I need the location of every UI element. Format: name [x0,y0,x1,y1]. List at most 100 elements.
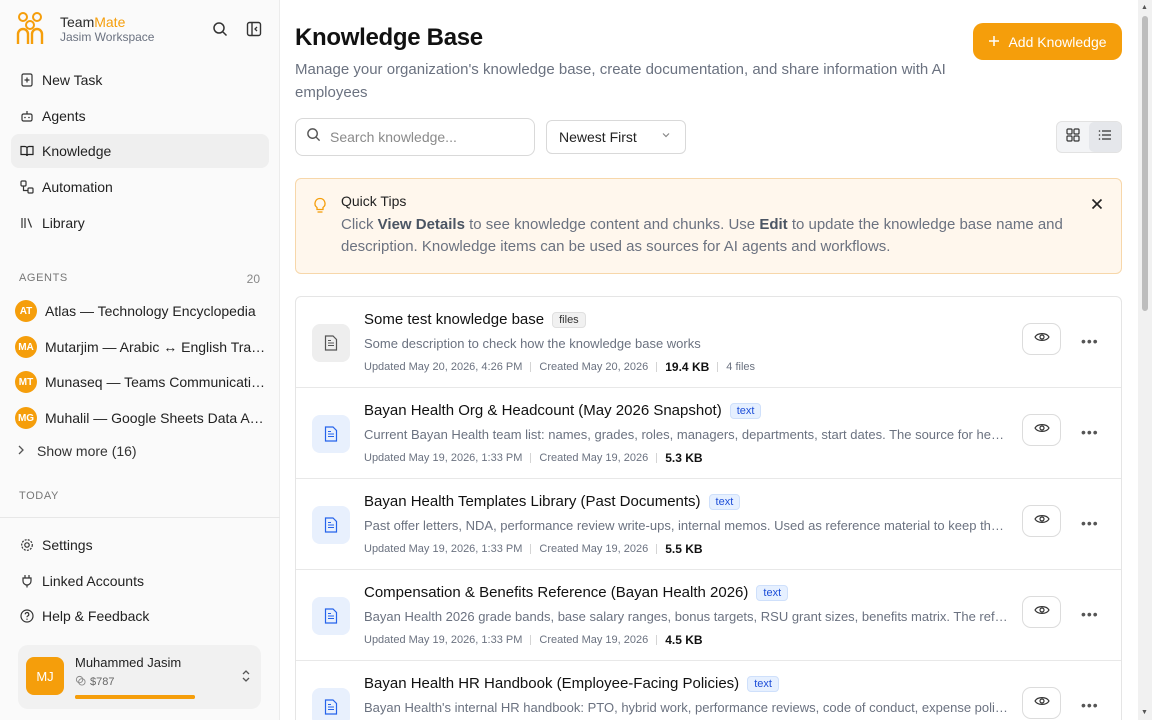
nav-item-label: Agents [42,107,86,124]
list-view-button[interactable] [1089,122,1121,152]
search-icon[interactable] [211,20,229,38]
nav-item-knowledge[interactable]: Knowledge [11,134,269,169]
avatar: MJ [26,657,64,695]
nav-item-label: New Task [42,72,103,88]
plus-icon [988,34,1000,50]
updated-date: Updated May 19, 2026, 1:33 PM [364,543,523,555]
view-details-button[interactable] [1022,687,1061,719]
list-icon [1098,128,1112,147]
knowledge-meta: Updated May 19, 2026, 1:33 PM Created Ma… [364,633,703,647]
help-circle-icon [20,609,34,623]
knowledge-description: Bayan Health 2026 grade bands, base sala… [364,609,1009,624]
scroll-down-arrow-icon[interactable]: ▼ [1141,709,1148,716]
add-knowledge-button[interactable]: Add Knowledge [973,23,1122,60]
knowledge-meta: Updated May 19, 2026, 1:33 PM Created Ma… [364,542,703,556]
knowledge-size: 19.4 KB [665,360,710,374]
knowledge-description: Some description to check how the knowle… [364,336,701,351]
knowledge-description: Past offer letters, NDA, performance rev… [364,518,1009,533]
more-options-icon[interactable]: ••• [1081,424,1099,440]
knowledge-meta: Updated May 19, 2026, 1:33 PM Created Ma… [364,451,703,465]
updated-date: Updated May 20, 2026, 4:26 PM [364,361,523,373]
agent-avatar: MA [15,336,37,358]
knowledge-type-badge: text [708,493,741,510]
nav-item-linked-accounts[interactable]: Linked Accounts [11,564,269,598]
view-details-button[interactable] [1022,323,1061,355]
view-details-button[interactable] [1022,505,1061,537]
view-details-button[interactable] [1022,414,1061,446]
main-content: Knowledge Base Manage your organization'… [281,0,1138,720]
scroll-up-arrow-icon[interactable]: ▲ [1141,4,1148,11]
sidebar-toggle-icon[interactable] [245,20,263,38]
eye-icon [1033,512,1050,530]
tips-edit: Edit [759,216,788,233]
more-options-icon[interactable]: ••• [1081,333,1099,349]
eye-icon [1033,421,1050,439]
search-icon [306,127,321,147]
file-count: 4 files [726,361,756,373]
agent-item[interactable]: MA Mutarjim — Arabic ↔ English Translato… [15,335,267,359]
agent-avatar: MG [15,407,37,429]
lightbulb-icon [313,197,327,220]
knowledge-type-badge: files [552,311,586,328]
nav-item-help[interactable]: Help & Feedback [11,599,269,633]
coins-icon [75,675,86,689]
brand[interactable]: TeamMate Jasim Workspace [16,12,154,46]
nav-item-agents[interactable]: Agents [11,99,269,133]
agent-name: Atlas — Technology Encyclopedia [45,303,256,319]
nav-item-new-task[interactable]: New Task [11,63,269,97]
chevron-right-icon [17,444,25,458]
knowledge-type-badge: text [756,584,789,601]
agents-section-label: AGENTS [19,272,68,284]
tips-text: to see knowledge content and chunks. Use [464,216,760,233]
add-knowledge-label: Add Knowledge [1008,33,1107,50]
more-options-icon[interactable]: ••• [1081,697,1099,713]
close-icon[interactable] [1091,197,1103,215]
search-input[interactable] [330,129,510,145]
knowledge-item[interactable]: Bayan Health Templates Library (Past Doc… [296,479,1121,570]
show-more-agents[interactable]: Show more (16) [17,443,137,459]
main-nav: New Task Agents Knowledge Automation Lib… [11,63,269,241]
updated-date: Updated May 19, 2026, 1:33 PM [364,452,523,464]
grid-view-button[interactable] [1057,122,1089,152]
agents-count: 20 [246,272,260,286]
eye-icon [1033,603,1050,621]
knowledge-size: 5.5 KB [665,542,703,556]
sort-select[interactable]: Newest First [546,120,686,154]
view-details-button[interactable] [1022,596,1061,628]
created-date: Created May 19, 2026 [539,543,649,555]
nav-item-label: Settings [42,537,93,553]
credit-amount: $787 [90,676,115,688]
knowledge-item[interactable]: Bayan Health HR Handbook (Employee-Facin… [296,661,1121,720]
chevron-up-down-icon [241,669,251,685]
agent-item[interactable]: MG Muhalil — Google Sheets Data Analyst [15,406,267,430]
credit-progress-bar [75,695,195,699]
eye-icon [1033,330,1050,348]
nav-item-settings[interactable]: Settings [11,528,269,562]
agent-name: Mutarjim — Arabic ↔ English Translator [45,339,267,355]
knowledge-item[interactable]: Compensation & Benefits Reference (Bayan… [296,570,1121,661]
scrollbar[interactable]: ▲ ▼ [1138,0,1152,720]
nav-item-label: Knowledge [42,143,112,160]
knowledge-item[interactable]: Bayan Health Org & Headcount (May 2026 S… [296,388,1121,479]
knowledge-title: Bayan Health Org & Headcount (May 2026 S… [364,402,722,419]
file-text-icon [312,688,350,720]
user-name: Muhammed Jasim [75,655,182,670]
file-text-icon [312,415,350,453]
nav-item-automation[interactable]: Automation [11,170,269,204]
view-toggle [1056,121,1122,153]
more-options-icon[interactable]: ••• [1081,606,1099,622]
user-card[interactable]: MJ Muhammed Jasim $787 [18,645,261,709]
scrollbar-thumb[interactable] [1142,16,1148,311]
agent-name: Muhalil — Google Sheets Data Analyst [45,410,267,426]
agent-item[interactable]: MT Munaseq — Teams Communications [15,370,267,394]
knowledge-meta: Updated May 20, 2026, 4:26 PM Created Ma… [364,360,755,374]
brand-name-accent: Mate [94,14,126,30]
eye-icon [1033,694,1050,712]
credit-balance: $787 [75,675,114,689]
knowledge-item[interactable]: Some test knowledge base files Some descr… [296,297,1121,388]
grid-icon [1066,127,1080,147]
agent-item[interactable]: AT Atlas — Technology Encyclopedia [15,299,267,323]
more-options-icon[interactable]: ••• [1081,515,1099,531]
nav-item-library[interactable]: Library [11,206,269,240]
robot-icon [20,109,34,123]
